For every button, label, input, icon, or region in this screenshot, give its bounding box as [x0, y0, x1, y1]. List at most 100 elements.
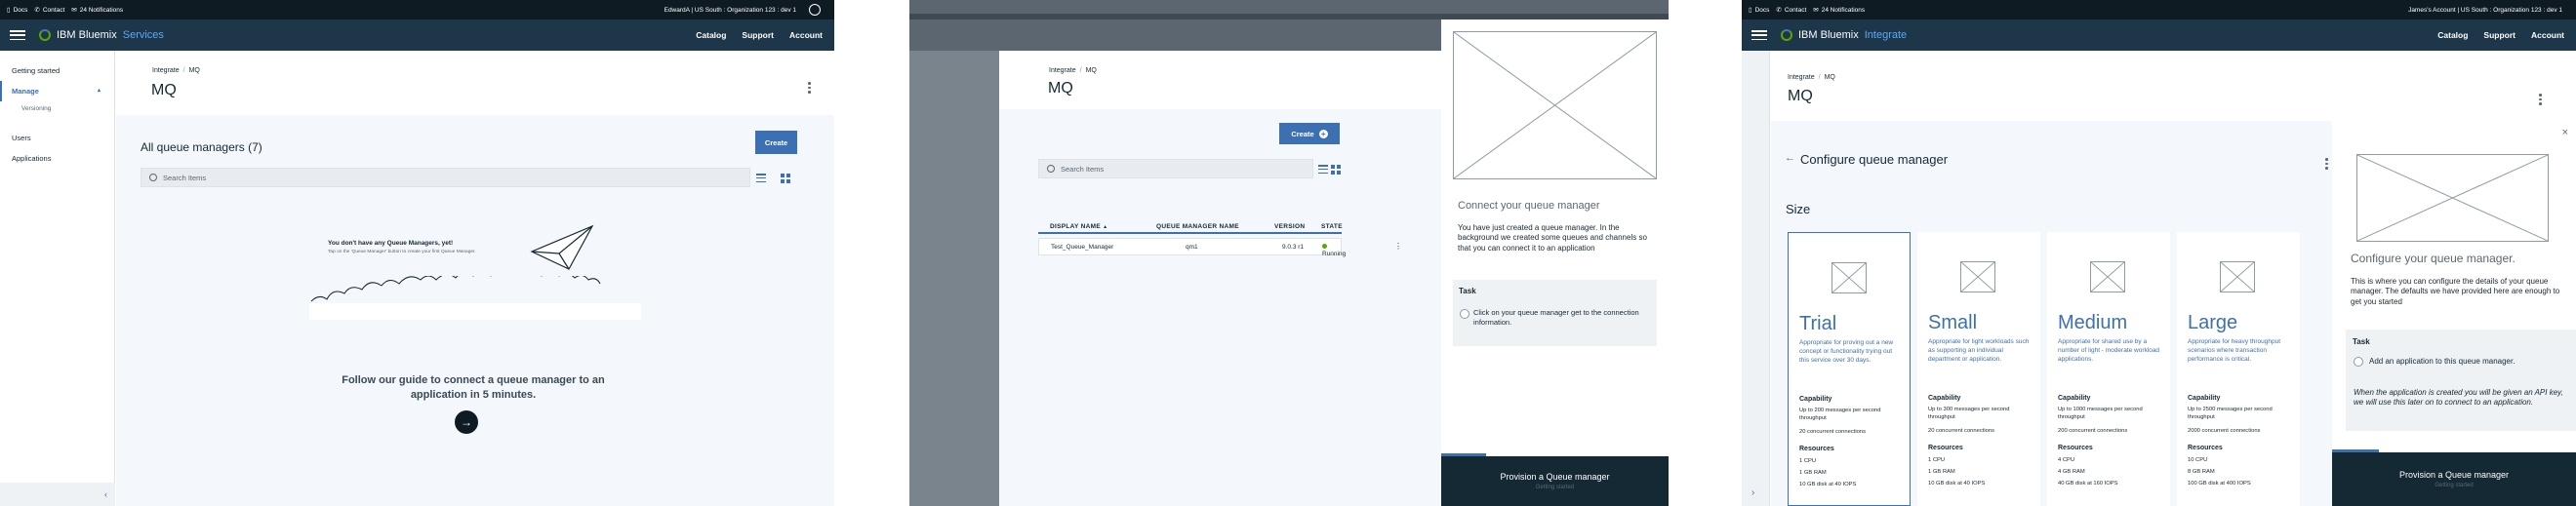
- col-state[interactable]: STATE: [1321, 223, 1343, 230]
- overflow-menu-icon[interactable]: [808, 82, 811, 94]
- provision-footer-button[interactable]: Provision a Queue manager Getting starte…: [1441, 456, 1669, 506]
- brand[interactable]: IBM Bluemix Integrate: [1781, 29, 1907, 41]
- main-content: All queue managers (7) Create Search Ite…: [116, 115, 834, 506]
- task-note: When the application is created you will…: [2354, 388, 2563, 408]
- notifications-link[interactable]: ✉ 24 Notifications: [1813, 6, 1865, 15]
- resource-disk: 40 GB disk at 160 IOPS: [2058, 481, 2118, 487]
- brand[interactable]: IBM Bluemix Services: [39, 29, 164, 41]
- plan-card-small[interactable]: Small Appropriate for light workloads su…: [1917, 232, 2040, 506]
- nav-account[interactable]: Account: [789, 30, 823, 40]
- hamburger-menu-icon[interactable]: [10, 30, 25, 40]
- create-button[interactable]: Create: [755, 131, 797, 154]
- capability-connections: 20 concurrent connections: [1928, 428, 1994, 434]
- col-display-name[interactable]: DISPLAY NAME ▲: [1050, 223, 1107, 230]
- row-overflow-icon[interactable]: ⋮: [1394, 242, 1402, 251]
- contact-link[interactable]: ✆ Contact: [34, 6, 64, 15]
- guide-side-panel: Connect your queue manager You have just…: [1441, 19, 1669, 506]
- hamburger-menu-icon[interactable]: [1751, 30, 1767, 40]
- page-title: MQ: [1788, 88, 1813, 104]
- plan-description: Appropriate for heavy throughput scenari…: [2188, 338, 2281, 363]
- search-input[interactable]: Search Items: [1038, 159, 1313, 178]
- breadcrumb-integrate[interactable]: Integrate: [1788, 74, 1815, 81]
- panel-connect-queue-manager: Integrate / MQ MQ Create + Search Items DIS…: [909, 0, 1669, 506]
- breadcrumb-integrate[interactable]: Integrate: [1049, 67, 1076, 74]
- breadcrumb-mq: MQ: [188, 67, 200, 74]
- illustration-placeholder: [1453, 31, 1657, 179]
- search-icon: [1047, 165, 1055, 173]
- col-qm-name[interactable]: QUEUE MANAGER NAME: [1156, 223, 1239, 230]
- grid-view-icon[interactable]: [1331, 165, 1341, 175]
- cloud-illustration: [309, 276, 641, 320]
- plan-name: Small: [1928, 312, 1978, 333]
- create-label: Create: [1291, 129, 1314, 138]
- guide-text: Follow our guide to connect a queue mana…: [342, 374, 605, 401]
- col-version[interactable]: VERSION: [1274, 223, 1305, 230]
- resource-cpu: 4 CPU: [2058, 457, 2075, 463]
- chevron-left-icon: ‹: [104, 489, 107, 499]
- resource-disk: 10 GB disk at 40 IOPS: [1928, 481, 1986, 487]
- configure-overflow-icon[interactable]: [2325, 158, 2328, 170]
- resources-heading: Resources: [1799, 446, 1834, 452]
- contact-link[interactable]: ✆ Contact: [1776, 6, 1806, 15]
- overflow-menu-icon[interactable]: [2539, 94, 2542, 105]
- guide-arrow-button[interactable]: →: [455, 410, 478, 434]
- list-view-icon[interactable]: [1318, 165, 1328, 174]
- sidebar-item-applications[interactable]: Applications: [0, 148, 114, 169]
- chevron-right-icon[interactable]: ›: [1751, 487, 1754, 498]
- create-button[interactable]: Create +: [1279, 123, 1340, 144]
- back-arrow-icon[interactable]: ←: [1785, 152, 1795, 164]
- sidebar-item-manage[interactable]: Manage ▴: [0, 81, 114, 101]
- nav-catalog[interactable]: Catalog: [2437, 30, 2468, 40]
- capability-heading: Capability: [2058, 395, 2091, 402]
- task-checkbox[interactable]: [2354, 357, 2363, 367]
- sidebar-item-versioning[interactable]: Versioning: [0, 101, 114, 116]
- capability-connections: 20 concurrent connections: [1799, 429, 1866, 435]
- nav-support[interactable]: Support: [2483, 30, 2516, 40]
- capability-throughput: Up to 1000 messages per second throughpu…: [2058, 407, 2143, 421]
- resource-cpu: 10 CPU: [2188, 457, 2208, 463]
- notifications-link[interactable]: ✉ 24 Notifications: [71, 6, 123, 15]
- capability-throughput: Up to 200 messages per second throughput: [1799, 408, 1881, 422]
- empty-state-title: You don't have any Queue Managers, yet!: [328, 240, 454, 247]
- brand-section: Integrate: [1864, 29, 1908, 41]
- task-label: Task: [2353, 337, 2370, 346]
- account-switcher[interactable]: James's Account | US South : Organizatio…: [2408, 7, 2562, 14]
- search-input[interactable]: Search Items: [141, 168, 750, 187]
- resource-ram: 8 GB RAM: [2188, 469, 2215, 475]
- provision-footer-button[interactable]: Provision a Queue manager Getting starte…: [2332, 452, 2576, 506]
- close-icon[interactable]: ×: [2562, 127, 2568, 138]
- add-icon: +: [1318, 129, 1328, 138]
- footer-subtitle: Getting started: [2435, 483, 2474, 488]
- brand-section: Services: [122, 29, 164, 41]
- list-view-icon[interactable]: [756, 174, 766, 182]
- search-placeholder: Search Items: [163, 173, 207, 182]
- sidebar-collapse-button[interactable]: ‹: [0, 483, 115, 506]
- breadcrumb-integrate[interactable]: Integrate: [152, 67, 180, 74]
- nav-account[interactable]: Account: [2531, 30, 2564, 40]
- avatar-icon[interactable]: [809, 4, 821, 16]
- plan-description: Appropriate for proving out a new concep…: [1799, 339, 1894, 364]
- docs-link[interactable]: ▯ Docs: [1749, 6, 1769, 15]
- side-body: You have just created a queue manager. I…: [1458, 223, 1647, 253]
- task-checkbox[interactable]: [1460, 309, 1469, 319]
- breadcrumb: Integrate / MQ: [152, 67, 200, 74]
- grid-view-icon[interactable]: [781, 174, 790, 183]
- capability-throughput: Up to 2500 messages per second throughpu…: [2188, 407, 2273, 421]
- resource-ram: 1 GB RAM: [1799, 470, 1827, 476]
- cell-display-name: Test_Queue_Manager: [1051, 244, 1114, 251]
- docs-link[interactable]: ▯ Docs: [7, 6, 27, 15]
- nav-catalog[interactable]: Catalog: [696, 30, 726, 40]
- sidebar-item-getting-started[interactable]: Getting started: [0, 60, 114, 81]
- plan-card-medium[interactable]: Medium Appropriate for shared use by a n…: [2047, 232, 2170, 506]
- cell-qm-name: qm1: [1186, 244, 1198, 251]
- brand-name: IBM Bluemix: [1798, 29, 1859, 41]
- sidebar-item-users[interactable]: Users: [0, 128, 114, 148]
- plan-card-trial[interactable]: Trial Appropriate for proving out a new …: [1788, 232, 1911, 506]
- account-switcher[interactable]: EdwardA | US South : Organization 123 : …: [664, 7, 796, 14]
- capability-connections: 2000 concurrent connections: [2188, 428, 2261, 434]
- search-placeholder: Search Items: [1061, 164, 1105, 174]
- utility-bar: ▯ Docs ✆ Contact ✉ 24 Notifications Jame…: [1742, 0, 2576, 19]
- nav-support[interactable]: Support: [742, 30, 774, 40]
- table-row[interactable]: Test_Queue_Manager qm1 9.0.3 r1 Running …: [1038, 238, 1402, 257]
- plan-card-large[interactable]: Large Appropriate for heavy throughput s…: [2177, 232, 2300, 506]
